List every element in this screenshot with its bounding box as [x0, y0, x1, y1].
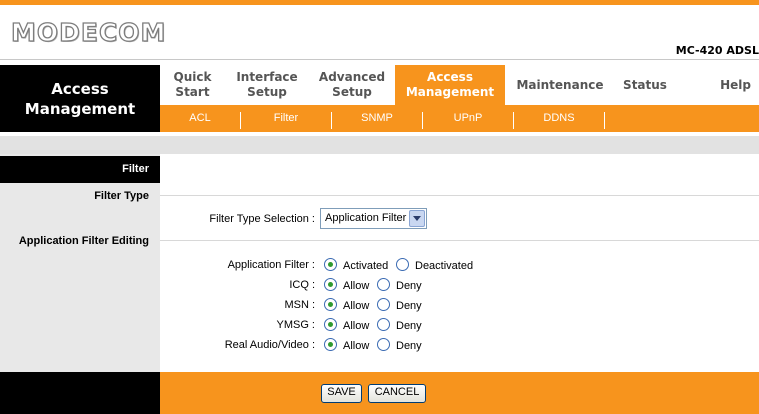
tab-maintenance[interactable]: Maintenance	[505, 65, 615, 105]
filter-type-select-value: Application Filter	[325, 212, 407, 224]
radio-label: Allow	[343, 340, 370, 352]
content-top-band	[0, 136, 759, 154]
subtab-filter[interactable]: Filter	[241, 109, 331, 128]
divider	[160, 240, 759, 241]
tab-quick-start[interactable]: Quick Start	[160, 65, 225, 105]
top-accent-bar	[0, 0, 759, 5]
filter-type-select[interactable]: Application Filter	[320, 208, 427, 229]
tab-access-management[interactable]: Access Management	[395, 65, 505, 105]
section-title-line1: Access	[51, 79, 109, 98]
application-filter-label: Application Filter :	[227, 259, 315, 271]
tab-label: Access	[427, 70, 473, 84]
subnav-bar: ACL Filter SNMP UPnP DDNS	[160, 105, 759, 132]
radio-label: Activated	[343, 260, 389, 272]
tab-label: Management	[405, 85, 495, 99]
application-filter-deactivated-radio[interactable]	[396, 258, 409, 271]
tab-help[interactable]: Help	[710, 65, 759, 105]
tab-label: Start	[175, 85, 210, 99]
subtab-snmp[interactable]: SNMP	[332, 109, 422, 128]
icq-allow-radio[interactable]	[324, 278, 337, 291]
radio-label: Allow	[343, 280, 370, 292]
msn-deny-radio[interactable]	[377, 298, 390, 311]
ymsg-deny-radio[interactable]	[377, 318, 390, 331]
radio-label: Allow	[343, 320, 370, 332]
subtab-ddns[interactable]: DDNS	[514, 109, 604, 128]
tab-label: Setup	[332, 85, 372, 99]
radio-label: Allow	[343, 300, 370, 312]
real-audio-video-allow-radio[interactable]	[324, 338, 337, 351]
model-name: MC-420 ADSL	[675, 44, 759, 57]
footer-bar	[160, 372, 759, 414]
save-button[interactable]: SAVE	[321, 384, 362, 403]
ymsg-allow-radio[interactable]	[324, 318, 337, 331]
header-divider	[0, 59, 759, 60]
tab-label: Advanced	[318, 70, 386, 84]
tab-interface-setup[interactable]: Interface Setup	[225, 65, 309, 105]
real-audio-video-label: Real Audio/Video :	[224, 339, 315, 351]
left-sidebar	[0, 154, 160, 372]
filter-type-selection-label: Filter Type Selection :	[209, 213, 315, 225]
cancel-button[interactable]: CANCEL	[368, 384, 426, 403]
tab-label: Quick	[173, 70, 212, 84]
tab-label: Help	[720, 77, 751, 92]
sidebar-filter-type: Filter Type	[94, 190, 149, 202]
subtab-upnp[interactable]: UPnP	[423, 109, 513, 128]
section-title: Access Management	[0, 65, 160, 132]
msn-label: MSN :	[284, 299, 315, 311]
radio-label: Deny	[396, 320, 422, 332]
modecom-logo: MODECOM	[10, 17, 167, 47]
tab-status[interactable]: Status	[615, 65, 675, 105]
section-title-line2: Management	[24, 99, 136, 118]
radio-label: Deactivated	[415, 260, 474, 272]
tab-label: Maintenance	[516, 77, 604, 92]
chevron-down-icon[interactable]	[409, 210, 425, 227]
icq-label: ICQ :	[289, 279, 315, 291]
radio-label: Deny	[396, 280, 422, 292]
ymsg-label: YMSG :	[276, 319, 315, 331]
tab-label: Setup	[247, 85, 287, 99]
tab-label: Status	[623, 77, 667, 92]
tab-label: Interface	[236, 70, 298, 84]
radio-label: Deny	[396, 300, 422, 312]
sidebar-app-filter-editing: Application Filter Editing	[18, 235, 149, 247]
application-filter-activated-radio[interactable]	[324, 258, 337, 271]
divider	[160, 195, 759, 196]
subtab-separator	[604, 112, 605, 129]
sidebar-filter-heading: Filter	[0, 156, 160, 183]
real-audio-video-deny-radio[interactable]	[377, 338, 390, 351]
footer-left-block	[0, 372, 160, 414]
subtab-acl[interactable]: ACL	[160, 109, 240, 128]
msn-allow-radio[interactable]	[324, 298, 337, 311]
tab-advanced-setup[interactable]: Advanced Setup	[309, 65, 395, 105]
icq-deny-radio[interactable]	[377, 278, 390, 291]
radio-label: Deny	[396, 340, 422, 352]
